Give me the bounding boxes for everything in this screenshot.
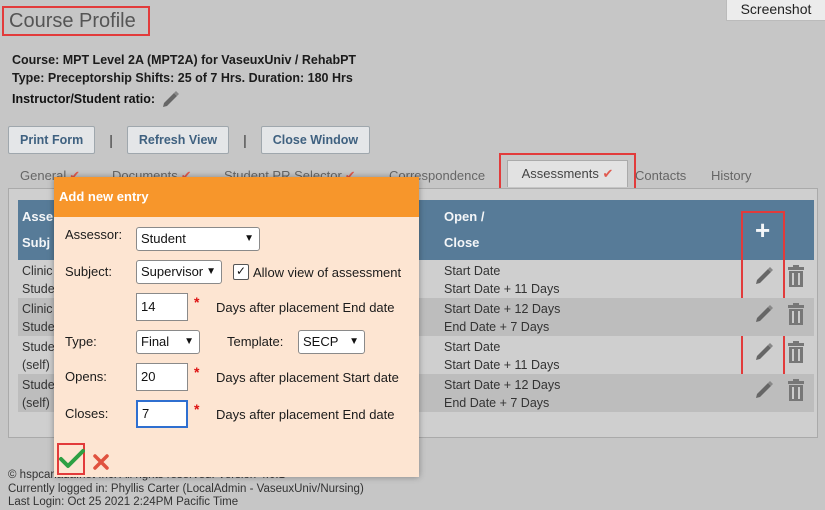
row-assessor: Clinic Stude bbox=[22, 300, 55, 336]
cell-text: Start Date + 11 Days bbox=[444, 358, 560, 372]
template-label: Template: bbox=[227, 334, 284, 349]
save-check-icon[interactable] bbox=[59, 448, 85, 470]
allow-view-checkbox[interactable]: ✓ bbox=[233, 264, 249, 280]
required-star: * bbox=[194, 401, 200, 417]
chevron-down-icon: ▼ bbox=[349, 336, 359, 347]
add-entry-dialog: Add new entry Assessor: Student ▼ Subject… bbox=[54, 177, 419, 477]
opens-label: Opens: bbox=[65, 369, 107, 384]
days-after-end-input[interactable]: 14 bbox=[136, 293, 188, 321]
cell-text: Start Date + 12 Days bbox=[444, 378, 561, 392]
trash-icon[interactable] bbox=[786, 378, 806, 402]
assessor-select[interactable]: Student ▼ bbox=[136, 227, 260, 251]
opens-after-label: Days after placement Start date bbox=[216, 370, 399, 385]
separator: | bbox=[243, 132, 247, 148]
row-open-close: Start Date + 12 Days End Date + 7 Days bbox=[444, 376, 560, 412]
assessor-label: Assessor: bbox=[65, 227, 123, 242]
subject-label: Subject: bbox=[65, 264, 112, 279]
closes-label: Closes: bbox=[65, 406, 109, 421]
course-info: Course: MPT Level 2A (MPT2A) for VaseuxU… bbox=[12, 51, 356, 87]
cancel-x-icon[interactable] bbox=[92, 453, 110, 471]
edit-pencil-icon[interactable] bbox=[754, 302, 776, 324]
tab-history[interactable]: History bbox=[711, 168, 751, 183]
closes-after-label: Days after placement End date bbox=[216, 407, 395, 422]
opens-input[interactable]: 20 bbox=[136, 363, 188, 391]
refresh-view-button[interactable]: Refresh View bbox=[126, 126, 230, 154]
allow-view-label: Allow view of assessment bbox=[253, 265, 402, 280]
required-star: * bbox=[194, 294, 200, 310]
cell-text: Stude bbox=[22, 340, 55, 354]
col-assessor-header: Asse bbox=[22, 209, 54, 224]
assessments-tab-highlight: Assessments ✔ bbox=[499, 153, 636, 191]
cell-text: Clinic bbox=[22, 264, 53, 278]
chevron-down-icon: ▼ bbox=[244, 233, 254, 244]
subject-select[interactable]: Supervisor ▼ bbox=[136, 260, 222, 284]
screenshot-button[interactable]: Screenshot bbox=[726, 0, 825, 21]
tab-label: Assessments bbox=[521, 166, 599, 181]
cell-text: Stude bbox=[22, 282, 55, 296]
page-title: Course Profile bbox=[2, 6, 150, 36]
col-open-header: Open / bbox=[444, 209, 485, 224]
check-icon: ✔ bbox=[602, 166, 614, 181]
subject-value: Supervisor bbox=[141, 264, 204, 279]
cell-text: Start Date + 11 Days bbox=[444, 282, 560, 296]
close-window-button[interactable]: Close Window bbox=[260, 126, 371, 154]
cell-text: (self) bbox=[22, 396, 50, 410]
last-login: Last Login: Oct 25 2021 2:24PM Pacific T… bbox=[8, 496, 239, 508]
type-line: Type: Preceptorship Shifts: 25 of 7 Hrs.… bbox=[12, 71, 353, 85]
cell-text: Start Date + 12 Days bbox=[444, 302, 561, 316]
closes-input[interactable]: 7 bbox=[136, 400, 188, 428]
cell-text: Stude bbox=[22, 320, 55, 334]
type-label: Type: bbox=[65, 334, 97, 349]
cell-text: End Date + 7 Days bbox=[444, 320, 550, 334]
template-select[interactable]: SECP ▼ bbox=[298, 330, 365, 354]
required-star: * bbox=[194, 364, 200, 380]
cell-text: Start Date bbox=[444, 264, 501, 278]
edit-pencil-icon[interactable] bbox=[754, 264, 776, 286]
type-select[interactable]: Final ▼ bbox=[136, 330, 200, 354]
logged-in-info: Currently logged in: Phyllis Carter (Loc… bbox=[8, 482, 364, 495]
pencil-icon[interactable] bbox=[161, 89, 181, 109]
edit-pencil-icon[interactable] bbox=[754, 340, 776, 362]
cell-text: Start Date bbox=[444, 340, 501, 354]
cell-text: Clinic bbox=[22, 302, 53, 316]
toolbar: Print Form | Refresh View | Close Window bbox=[8, 126, 371, 154]
row-assessor: Stude (self) bbox=[22, 338, 55, 374]
assessor-value: Student bbox=[141, 231, 186, 246]
row-assessor: Clinic Stude bbox=[22, 262, 55, 298]
type-value: Final bbox=[141, 334, 170, 349]
row-assessor: Stude (self) bbox=[22, 376, 55, 412]
row-open-close: Start Date + 12 Days End Date + 7 Days bbox=[444, 300, 560, 336]
chevron-down-icon: ▼ bbox=[206, 266, 216, 277]
cell-text: Stude bbox=[22, 378, 55, 392]
row-open-close: Start Date Start Date + 11 Days bbox=[444, 338, 559, 374]
trash-icon[interactable] bbox=[786, 264, 806, 288]
trash-icon[interactable] bbox=[786, 302, 806, 326]
ratio-label: Instructor/Student ratio: bbox=[12, 92, 156, 106]
trash-icon[interactable] bbox=[786, 340, 806, 364]
col-close-header: Close bbox=[444, 235, 480, 250]
ratio-row: Instructor/Student ratio: bbox=[12, 89, 181, 109]
cell-text: (self) bbox=[22, 358, 50, 372]
col-subject-header: Subj bbox=[22, 235, 51, 250]
tab-assessments[interactable]: Assessments ✔ bbox=[507, 160, 628, 187]
row-open-close: Start Date Start Date + 11 Days bbox=[444, 262, 559, 298]
days-after-end-label: Days after placement End date bbox=[216, 300, 395, 315]
separator: | bbox=[109, 132, 113, 148]
edit-pencil-icon[interactable] bbox=[754, 378, 776, 400]
print-form-button[interactable]: Print Form bbox=[8, 126, 96, 154]
cell-text: End Date + 7 Days bbox=[444, 396, 550, 410]
course-line: Course: MPT Level 2A (MPT2A) for VaseuxU… bbox=[12, 53, 357, 67]
chevron-down-icon: ▼ bbox=[184, 336, 194, 347]
tab-contacts[interactable]: Contacts bbox=[635, 168, 686, 183]
dialog-title: Add new entry bbox=[54, 177, 419, 217]
template-value: SECP bbox=[303, 334, 339, 349]
